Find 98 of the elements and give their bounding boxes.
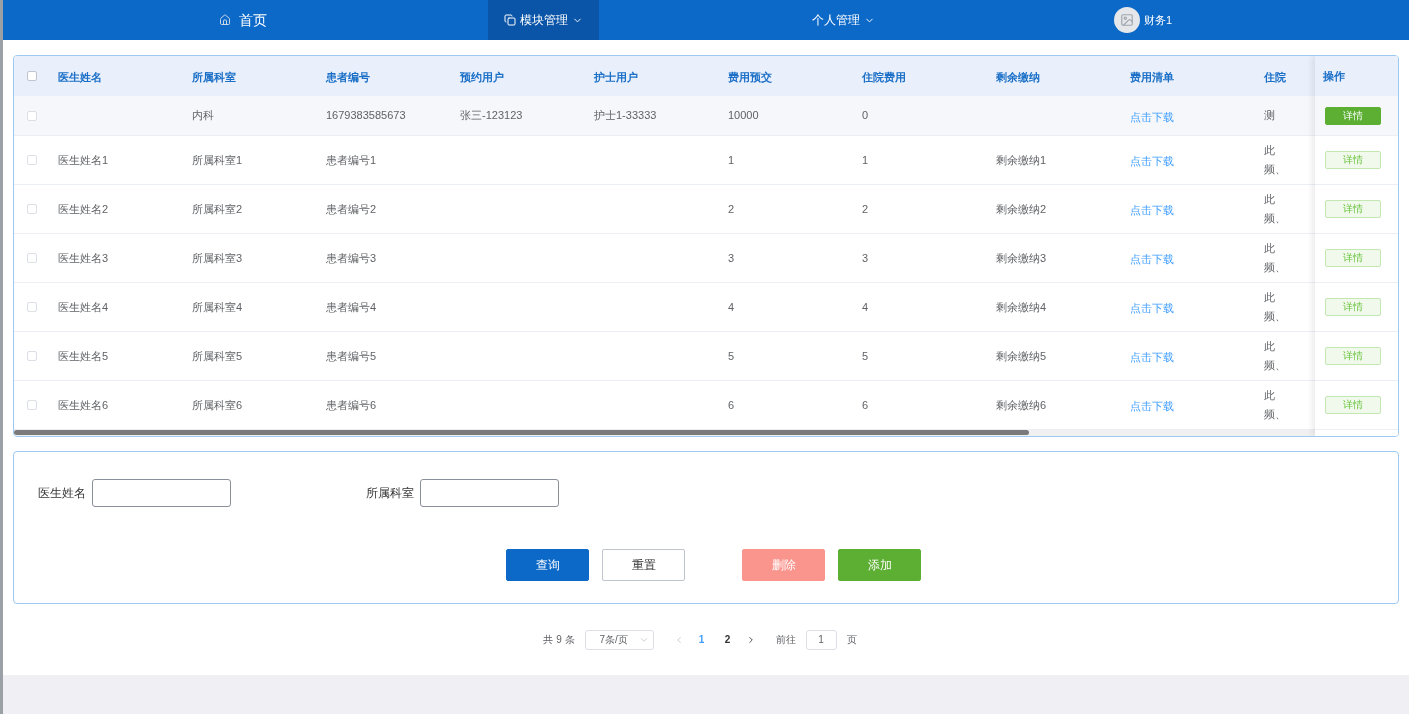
- column-header: 费用清单: [1130, 71, 1174, 83]
- delete-button[interactable]: 删除: [742, 549, 825, 581]
- table-cell-text: 4: [862, 299, 870, 315]
- details-button[interactable]: 详情: [1325, 151, 1381, 169]
- nav-item[interactable]: 模块管理: [487, 0, 599, 40]
- table-cell-text: 患者编号2: [326, 201, 378, 217]
- download-link[interactable]: 点击下载: [1130, 253, 1174, 265]
- column-header: 剩余缴纳: [996, 71, 1040, 83]
- column-header: 医生姓名: [58, 71, 102, 83]
- download-link[interactable]: 点击下载: [1130, 302, 1174, 314]
- details-button[interactable]: 详情: [1325, 298, 1381, 316]
- table-cell-text: 医生姓名4: [58, 299, 110, 315]
- column-header: 所属科室: [192, 71, 236, 83]
- table-cell-text: 医生姓名2: [58, 201, 110, 217]
- details-button[interactable]: 详情: [1325, 249, 1381, 267]
- table-cell-text: 3: [728, 250, 736, 266]
- page-suffix: 页: [846, 633, 857, 647]
- column-header: 预约用户: [460, 71, 504, 83]
- select-all-checkbox[interactable]: [27, 71, 37, 81]
- field-label: 医生姓名: [38, 485, 86, 502]
- table-cell-text: 5: [728, 348, 736, 364]
- table-cell-text: 4: [728, 299, 736, 315]
- table-cell-text: 1679383585673: [326, 108, 407, 123]
- row-checkbox[interactable]: [27, 110, 37, 121]
- table-cell-text: 医生姓名1: [58, 152, 110, 168]
- row-checkbox[interactable]: [27, 253, 37, 263]
- table-cell-text: 6: [728, 397, 736, 413]
- field-label: 所属科室: [366, 485, 414, 502]
- goto-label: 前往: [775, 633, 796, 647]
- table-cell-text: 患者编号4: [326, 299, 378, 315]
- home-icon: [219, 14, 231, 26]
- table-cell-text: 剩余缴纳4: [996, 299, 1048, 315]
- reset-button[interactable]: 重置: [602, 549, 685, 581]
- table-cell-text: 内科: [192, 108, 215, 123]
- download-link[interactable]: 点击下载: [1130, 351, 1174, 363]
- column-header: 操作: [1323, 68, 1345, 84]
- table-cell-text: 3: [862, 250, 870, 266]
- avatar-icon: [1113, 7, 1140, 33]
- download-link[interactable]: 点击下载: [1130, 400, 1174, 412]
- details-button[interactable]: 详情: [1325, 347, 1381, 365]
- page-input[interactable]: 1: [805, 629, 837, 650]
- table-cell-text: 2: [728, 201, 736, 217]
- table-cell-text: 1: [862, 152, 870, 168]
- row-checkbox[interactable]: [27, 204, 37, 214]
- table-cell-text: 所属科室2: [192, 201, 244, 217]
- add-button[interactable]: 添加: [838, 549, 921, 581]
- table-cell-text: 剩余缴纳6: [996, 397, 1048, 413]
- table-cell-text: 所属科室4: [192, 299, 244, 315]
- user-menu[interactable]: 财务1: [1105, 0, 1181, 40]
- input-field[interactable]: [420, 479, 559, 507]
- column-header: 患者编号: [326, 71, 370, 83]
- row-checkbox[interactable]: [27, 351, 37, 361]
- table-cell-text: 患者编号6: [326, 397, 378, 413]
- table-cell-text: 剩余缴纳2: [996, 201, 1048, 217]
- table-cell-text: 1: [728, 152, 736, 168]
- row-checkbox[interactable]: [27, 302, 37, 312]
- nav-item[interactable]: 个人管理: [795, 0, 891, 40]
- details-button[interactable]: 详情: [1325, 396, 1381, 414]
- table-cell-text: 5: [862, 348, 870, 364]
- page-size-select[interactable]: 7条/页: [584, 629, 654, 650]
- table-cell-text: 2: [862, 201, 870, 217]
- table-cell-text: 所属科室5: [192, 348, 244, 364]
- input-field[interactable]: [92, 479, 231, 507]
- query-button[interactable]: 查询: [506, 549, 589, 581]
- table-cell-text: 患者编号1: [326, 152, 378, 168]
- details-button[interactable]: 详情: [1325, 106, 1381, 125]
- table-cell-text: 所属科室1: [192, 152, 244, 168]
- page-number[interactable]: 1: [693, 632, 710, 647]
- table-cell-text: 医生姓名5: [58, 348, 110, 364]
- table-cell-text: 剩余缴纳3: [996, 250, 1048, 266]
- download-link[interactable]: 点击下载: [1130, 155, 1174, 167]
- table-cell-text: 10000: [728, 108, 760, 123]
- table-cell-text: 张三-123123: [460, 108, 524, 123]
- table-cell-text: 所属科室3: [192, 250, 244, 266]
- total-count: 共 9 条: [543, 633, 575, 647]
- page-number[interactable]: 2: [719, 632, 736, 647]
- table-cell-text: 6: [862, 397, 870, 413]
- table-cell-text: 所属科室6: [192, 397, 244, 413]
- column-header: 住院费用: [862, 71, 906, 83]
- row-checkbox[interactable]: [27, 400, 37, 410]
- download-link[interactable]: 点击下载: [1130, 204, 1174, 216]
- table-cell-text: 剩余缴纳5: [996, 348, 1048, 364]
- table-cell-text: 护士1-33333: [594, 108, 658, 123]
- row-checkbox[interactable]: [27, 155, 37, 165]
- table-cell-text: 医生姓名3: [58, 250, 110, 266]
- table-cell-text: 医生姓名6: [58, 397, 110, 413]
- module-icon: [503, 14, 516, 26]
- column-header: 住院: [1264, 71, 1286, 83]
- table-cell-text: 剩余缴纳1: [996, 152, 1048, 168]
- download-link[interactable]: 点击下载: [1130, 110, 1174, 123]
- details-button[interactable]: 详情: [1325, 200, 1381, 218]
- table-cell-text: 患者编号3: [326, 250, 378, 266]
- table-cell-text: 患者编号5: [326, 348, 378, 364]
- table-cell-text: 0: [862, 108, 870, 123]
- table-cell-text: 测: [1264, 108, 1275, 123]
- column-header: 费用预交: [728, 71, 772, 83]
- nav-item[interactable]: 首页: [207, 0, 279, 40]
- column-header: 护士用户: [594, 71, 638, 83]
